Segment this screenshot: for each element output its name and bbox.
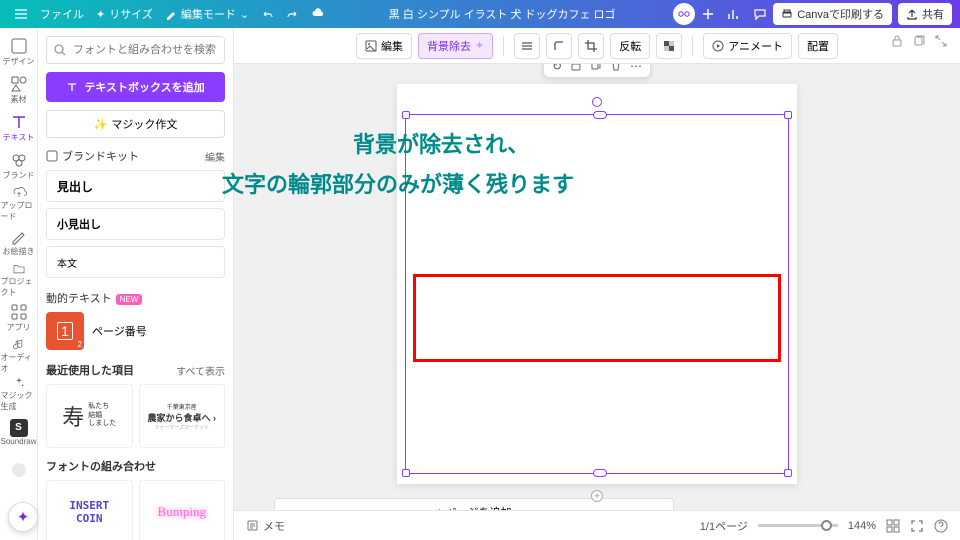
ctx-transparency-button[interactable] — [656, 33, 682, 59]
zoom-slider[interactable] — [758, 524, 838, 527]
add-page-button[interactable]: + ページを追加 — [274, 498, 674, 510]
show-all-link[interactable]: すべて表示 — [176, 363, 225, 378]
comment-button[interactable] — [747, 2, 773, 26]
canva-assistant-button[interactable] — [673, 3, 695, 25]
add-below-button[interactable]: + — [591, 490, 603, 502]
menu-button[interactable] — [8, 2, 34, 26]
tool-delete-icon[interactable] — [610, 64, 622, 73]
rail-soundraw[interactable]: SSoundraw — [1, 414, 37, 450]
search-input[interactable] — [46, 36, 225, 64]
brandkit-icon — [46, 150, 58, 162]
body-button[interactable]: 本文 — [46, 246, 225, 278]
font-combo-label: フォントの組み合わせ — [46, 458, 156, 474]
plus-button[interactable] — [695, 2, 721, 26]
heading-button[interactable]: 見出し — [46, 170, 225, 202]
resize-label: リサイズ — [109, 6, 153, 22]
page-counter[interactable]: 1/1ページ — [700, 518, 748, 534]
subheading-button[interactable]: 小見出し — [46, 208, 225, 240]
resize-menu[interactable]: ✦リサイズ — [90, 2, 159, 26]
rail-more[interactable] — [1, 452, 37, 488]
rail-upload[interactable]: アップロード — [1, 186, 37, 222]
edit-mode-label: 編集モード — [181, 6, 236, 22]
recent-label: 最近使用した項目 — [46, 362, 134, 378]
rail-audio[interactable]: オーディオ — [1, 338, 37, 374]
tool-copy-icon[interactable] — [590, 64, 602, 73]
recent-thumb-1[interactable]: 寿私たち 結婚 しました — [46, 384, 133, 448]
new-badge: NEW — [116, 294, 143, 305]
rail-elements[interactable]: 素材 — [1, 72, 37, 108]
rail-text[interactable]: テキスト — [1, 110, 37, 146]
page-number-item[interactable]: 12 ページ番号 — [46, 312, 225, 350]
tool-more-icon[interactable]: ⋯ — [630, 64, 642, 73]
annotation-red-box — [413, 274, 781, 362]
ctx-animate-button[interactable]: アニメート — [703, 33, 792, 59]
brandkit-label: ブランドキット — [62, 148, 139, 164]
rail-draw[interactable]: お絵描き — [1, 224, 37, 260]
rail-apps[interactable]: アプリ — [1, 300, 37, 336]
memo-button[interactable]: メモ — [246, 518, 285, 534]
combo-thumb-1[interactable]: INSERT COIN — [46, 480, 133, 540]
share-button[interactable]: 共有 — [898, 3, 952, 25]
cloud-sync-icon — [305, 2, 331, 26]
print-button[interactable]: Canvaで印刷する — [773, 3, 892, 25]
ctx-flip-button[interactable]: 反転 — [610, 33, 650, 59]
recent-thumb-2[interactable]: 千葉東京産農家から食卓へ ›ファーマーズマーケット — [139, 384, 226, 448]
page-copy-icon[interactable] — [912, 34, 926, 48]
share-label: 共有 — [922, 6, 944, 22]
dynamic-text-label: 動的テキスト — [46, 293, 112, 305]
assistant-fab[interactable]: ✦ — [8, 502, 38, 532]
analytics-button[interactable] — [721, 2, 747, 26]
page-floating-toolbar: ↻ ⋯ — [543, 64, 651, 78]
fullscreen-button[interactable] — [910, 519, 924, 533]
grid-view-button[interactable] — [886, 519, 900, 533]
tool-sync-icon[interactable]: ↻ — [552, 64, 562, 73]
tool-lock-icon[interactable] — [570, 64, 582, 73]
print-label: Canvaで印刷する — [797, 6, 884, 22]
canvas-page[interactable]: ↻ ⋯ + — [397, 84, 797, 484]
brandkit-edit-link[interactable]: 編集 — [205, 149, 225, 164]
ctx-edit-button[interactable]: 編集 — [356, 33, 412, 59]
add-textbox-button[interactable]: テキストボックスを追加 — [46, 72, 225, 102]
page-expand-icon[interactable] — [934, 34, 948, 48]
search-icon — [53, 43, 67, 57]
help-button[interactable] — [934, 519, 948, 533]
rail-magic[interactable]: マジック生成 — [1, 376, 37, 412]
page-number-label: ページ番号 — [92, 323, 147, 339]
combo-thumb-2[interactable]: Bumping — [139, 480, 226, 540]
magic-write-button[interactable]: ✨マジック作文 — [46, 110, 225, 138]
rail-brand[interactable]: ブランド — [1, 148, 37, 184]
rail-projects[interactable]: プロジェクト — [1, 262, 37, 298]
file-menu[interactable]: ファイル — [34, 2, 90, 26]
ctx-crop-button[interactable] — [578, 33, 604, 59]
ctx-lines-button[interactable] — [514, 33, 540, 59]
edit-mode-menu[interactable]: 編集モード⌄ — [159, 2, 255, 26]
rotate-handle[interactable] — [592, 97, 602, 107]
undo-button[interactable] — [255, 2, 280, 26]
rail-design[interactable]: デザイン — [1, 34, 37, 70]
redo-button[interactable] — [280, 2, 305, 26]
page-number-thumb: 12 — [46, 312, 84, 350]
zoom-value[interactable]: 144% — [848, 520, 876, 532]
page-lock-icon[interactable] — [890, 34, 904, 48]
ctx-corner-button[interactable] — [546, 33, 572, 59]
ctx-position-button[interactable]: 配置 — [798, 33, 838, 59]
document-title[interactable]: 黒 白 シンプル イラスト 犬 ドッグカフェ ロゴ — [389, 6, 616, 22]
ctx-bg-remove-button[interactable]: 背景除去✦ — [418, 33, 493, 59]
